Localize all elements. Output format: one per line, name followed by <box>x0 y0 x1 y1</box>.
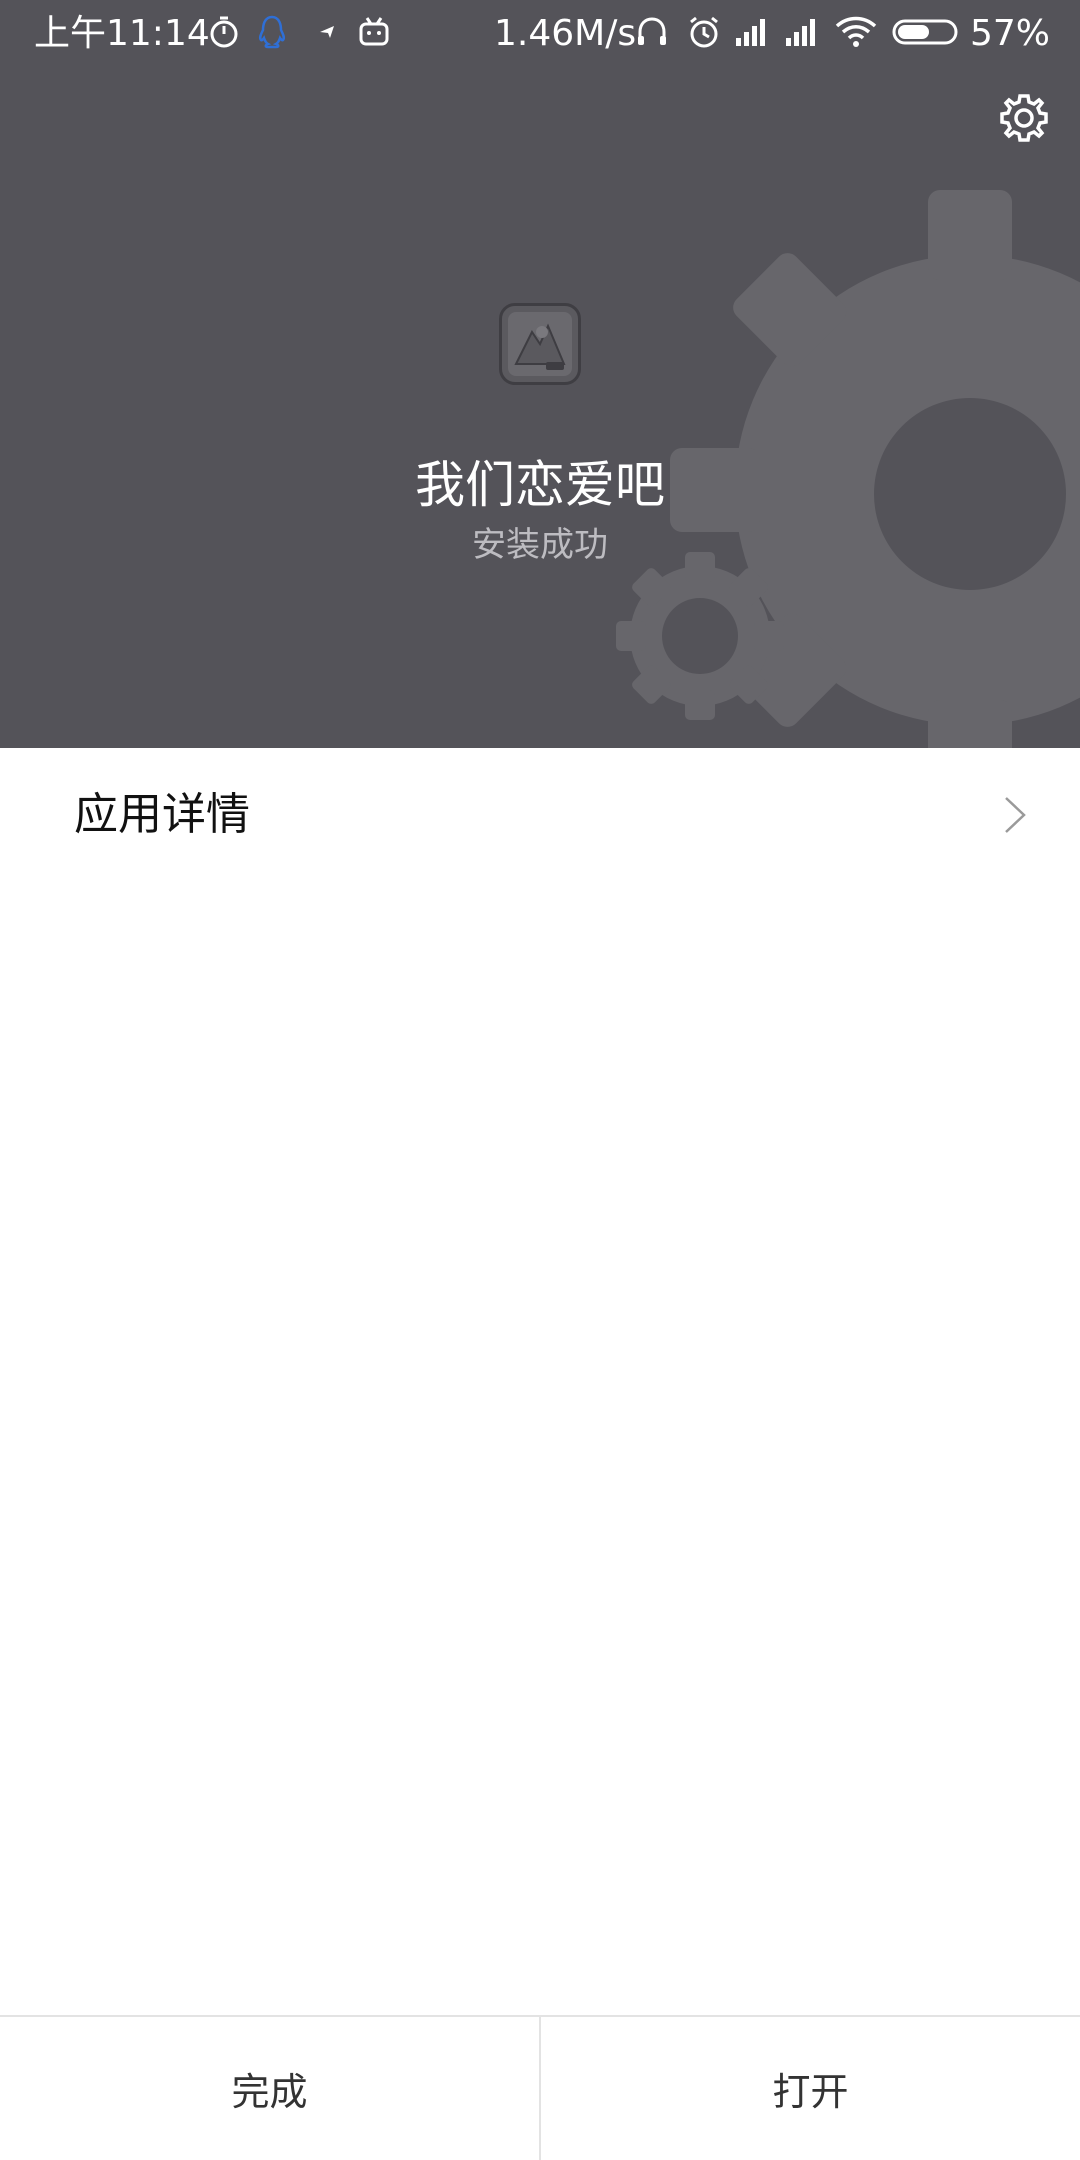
bottom-action-bar: 完成 打开 <box>0 2015 1080 2160</box>
headset-icon <box>638 17 666 45</box>
status-time: 上午11:14 <box>34 13 210 54</box>
app-details-label: 应用详情 <box>74 789 250 840</box>
bilibili-icon <box>359 17 389 46</box>
done-button[interactable]: 完成 <box>0 2017 539 2160</box>
network-speed: 1.46M/s <box>494 13 637 54</box>
app-name: 我们恋爱吧 <box>415 456 665 514</box>
settings-gear-icon[interactable] <box>996 90 1052 146</box>
alarm-icon <box>690 16 718 48</box>
open-button[interactable]: 打开 <box>541 2017 1080 2160</box>
wifi-icon <box>835 16 877 47</box>
chevron-right-icon <box>1005 797 1026 833</box>
stopwatch-icon <box>210 16 238 48</box>
signal-icon <box>786 19 815 46</box>
app-icon <box>499 303 581 385</box>
status-bar: 上午11:14 1.46M/s 57% <box>0 0 1080 68</box>
signal-icon <box>736 19 765 46</box>
battery-icon <box>892 19 958 45</box>
battery-percent: 57% <box>970 13 1051 54</box>
qq-icon <box>258 15 286 49</box>
install-status: 安装成功 <box>472 525 608 565</box>
install-result-header: 上午11:14 1.46M/s 57% 我们恋爱吧 安装成功 <box>0 0 1080 748</box>
message-icon <box>320 26 334 38</box>
app-details-row[interactable]: 应用详情 <box>0 748 1080 884</box>
